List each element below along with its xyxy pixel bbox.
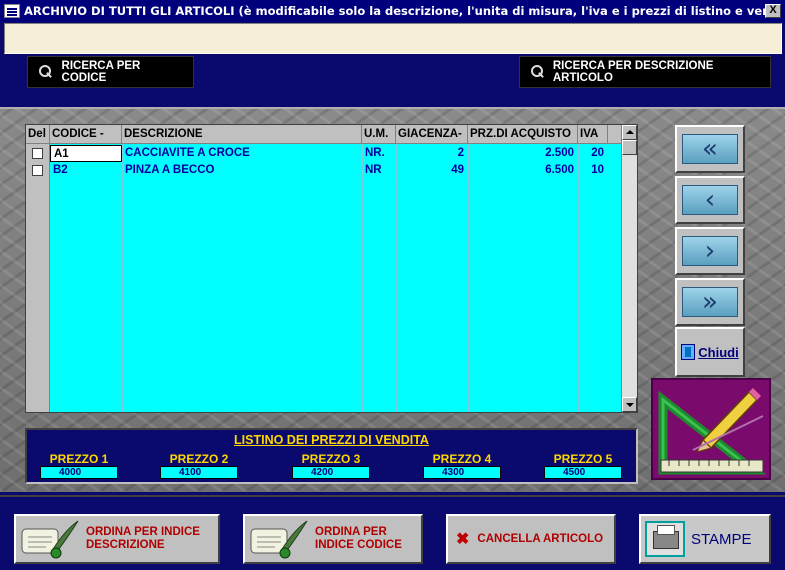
search-by-description-label: RICERCA PER DESCRIZIONE ARTICOLO — [552, 60, 714, 84]
col-prezzo-acquisto[interactable]: PRZ.DI ACQUISTO — [468, 125, 578, 143]
col-um[interactable]: U.M. — [362, 125, 396, 143]
price-label: PREZZO 3 — [301, 452, 361, 466]
scroll-up-arrow[interactable] — [622, 125, 637, 140]
grid-header: Del CODICE - DESCRIZIONE U.M. GIACENZA- … — [26, 125, 622, 144]
search-by-description-button[interactable]: RICERCA PER DESCRIZIONE ARTICOLO — [519, 56, 771, 88]
row-stock[interactable]: 2 — [396, 145, 468, 162]
delete-x-icon: ✖ — [456, 531, 470, 548]
price-field-3[interactable]: PREZZO 3 4200 — [292, 452, 370, 479]
chiudi-button[interactable]: Chiudi — [675, 327, 745, 377]
table-row[interactable]: A1 CACCIAVITE A CROCE NR. 2 2.500 20 — [26, 145, 622, 162]
scroll-quill-icon — [250, 520, 308, 559]
row-um[interactable]: NR. — [362, 145, 396, 162]
window-title: ARCHIVIO DI TUTTI GLI ARTICOLI (è modifi… — [24, 4, 765, 18]
search-icon — [528, 64, 545, 80]
col-iva[interactable]: IVA — [578, 125, 608, 143]
row-indicator-column — [26, 144, 50, 412]
row-iva[interactable]: 10 — [578, 162, 608, 179]
row-code[interactable]: A1 — [50, 145, 122, 162]
chiudi-label: Chiudi — [698, 344, 739, 360]
delete-article-button[interactable]: ✖ CANCELLA ARTICOLO — [446, 514, 616, 564]
print-label: STAMPE — [691, 530, 752, 548]
price-label: PREZZO 5 — [553, 452, 613, 466]
sort-by-code-label-line1: ORDINA PER — [315, 526, 387, 538]
app-icon — [4, 4, 20, 18]
vertical-scrollbar[interactable] — [621, 125, 637, 412]
sort-by-description-label-line2: DESCRIZIONE — [86, 539, 165, 551]
row-description[interactable]: PINZA A BECCO — [122, 162, 362, 179]
message-bar — [4, 23, 782, 54]
articles-grid[interactable]: Del CODICE - DESCRIZIONE U.M. GIACENZA- … — [25, 124, 638, 413]
sort-by-code-label-line2: INDICE CODICE — [315, 539, 402, 551]
price-input[interactable]: 4200 — [292, 466, 370, 479]
delete-checkbox[interactable] — [32, 165, 43, 176]
col-del[interactable]: Del — [26, 125, 50, 143]
price-label: PREZZO 4 — [432, 452, 492, 466]
row-delete-cell[interactable] — [26, 162, 50, 179]
row-stock[interactable]: 49 — [396, 162, 468, 179]
price-field-4[interactable]: PREZZO 4 4300 — [423, 452, 501, 479]
double-chevron-left-icon: « — [682, 134, 738, 164]
row-iva[interactable]: 20 — [578, 145, 608, 162]
row-delete-cell[interactable] — [26, 145, 50, 162]
price-input[interactable]: 4000 — [40, 466, 118, 479]
chevron-right-icon: › — [682, 236, 738, 266]
price-field-5[interactable]: PREZZO 5 4500 — [544, 452, 622, 479]
last-record-button[interactable]: » — [675, 278, 745, 326]
price-input[interactable]: 4300 — [423, 466, 501, 479]
title-bar: ARCHIVIO DI TUTTI GLI ARTICOLI (è modifi… — [0, 0, 785, 22]
close-button[interactable]: X — [765, 4, 781, 18]
row-um[interactable]: NR — [362, 162, 396, 179]
col-descrizione[interactable]: DESCRIZIONE — [122, 125, 362, 143]
sort-by-code-button[interactable]: ORDINA PER INDICE CODICE — [243, 514, 423, 564]
price-field-1[interactable]: PREZZO 1 4000 — [40, 452, 118, 479]
set-square-logo-icon — [651, 378, 771, 480]
sales-price-list-panel: LISTINO DEI PREZZI DI VENDITA PREZZO 1 4… — [25, 428, 638, 484]
sort-by-description-label-line1: ORDINA PER INDICE — [86, 526, 200, 538]
row-code[interactable]: B2 — [50, 162, 122, 179]
price-list-title: LISTINO DEI PREZZI DI VENDITA — [234, 433, 429, 447]
scroll-down-arrow[interactable] — [622, 397, 637, 412]
row-purchase-price[interactable]: 2.500 — [468, 145, 578, 162]
scroll-thumb[interactable] — [622, 140, 637, 155]
delete-checkbox[interactable] — [32, 148, 43, 159]
previous-record-button[interactable]: ‹ — [675, 176, 745, 224]
price-field-2[interactable]: PREZZO 2 4100 — [160, 452, 238, 479]
search-icon — [36, 64, 54, 80]
first-record-button[interactable]: « — [675, 125, 745, 173]
double-chevron-right-icon: » — [682, 287, 738, 317]
sort-by-description-button[interactable]: ORDINA PER INDICE DESCRIZIONE — [14, 514, 220, 564]
col-giacenza[interactable]: GIACENZA- — [396, 125, 468, 143]
search-by-code-label: RICERCA PER CODICE — [61, 60, 141, 84]
price-input[interactable]: 4100 — [160, 466, 238, 479]
chevron-left-icon: ‹ — [682, 185, 738, 215]
search-by-code-button[interactable]: RICERCA PER CODICE — [27, 56, 194, 88]
price-input[interactable]: 4500 — [544, 466, 622, 479]
next-record-button[interactable]: › — [675, 227, 745, 275]
price-label: PREZZO 1 — [49, 452, 109, 466]
table-row[interactable]: B2 PINZA A BECCO NR 49 6.500 10 — [26, 162, 622, 179]
exit-door-icon — [681, 344, 696, 360]
scroll-quill-icon — [21, 520, 79, 559]
col-codice[interactable]: CODICE - — [50, 125, 122, 143]
price-label: PREZZO 2 — [169, 452, 229, 466]
delete-article-label: CANCELLA ARTICOLO — [477, 533, 604, 545]
print-button[interactable]: STAMPE — [639, 514, 771, 564]
row-description[interactable]: CACCIAVITE A CROCE — [122, 145, 362, 162]
row-purchase-price[interactable]: 6.500 — [468, 162, 578, 179]
printer-icon — [645, 521, 685, 557]
